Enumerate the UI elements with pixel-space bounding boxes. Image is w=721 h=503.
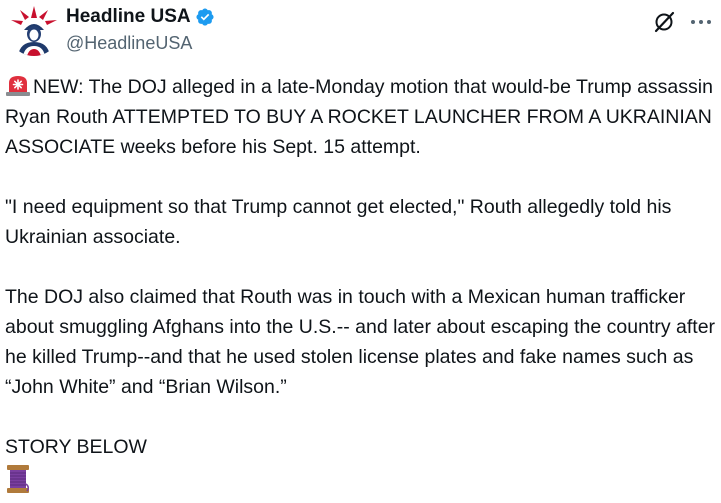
handle[interactable]: @HeadlineUSA [66, 33, 215, 54]
author-names: Headline USA @HeadlineUSA [66, 4, 215, 54]
more-dots-icon[interactable] [688, 10, 714, 34]
display-name[interactable]: Headline USA [66, 6, 191, 28]
tweet-paragraph-4: STORY BELOW [5, 432, 717, 494]
tweet-paragraph-4-text: STORY BELOW [5, 436, 147, 458]
police-siren-emoji-icon [5, 74, 31, 96]
tweet-body: NEW: The DOJ alleged in a late-Monday mo… [5, 72, 717, 494]
display-name-row: Headline USA [66, 4, 215, 30]
tweet-paragraph-1: NEW: The DOJ alleged in a late-Monday mo… [5, 72, 717, 162]
tweet-paragraph-1-text: NEW: The DOJ alleged in a late-Monday mo… [5, 76, 713, 158]
thread-spool-emoji-icon [5, 464, 31, 494]
avatar[interactable] [8, 4, 60, 56]
tweet-paragraph-2: "I need equipment so that Trump cannot g… [5, 196, 672, 248]
tweet-header: Headline USA @HeadlineUSA [4, 0, 717, 60]
grok-slash-circle-icon[interactable] [652, 10, 676, 34]
statue-of-liberty-logo-icon [8, 4, 60, 56]
tweet-paragraph-3: The DOJ also claimed that Routh was in t… [5, 286, 716, 398]
verified-badge-icon [195, 7, 215, 27]
